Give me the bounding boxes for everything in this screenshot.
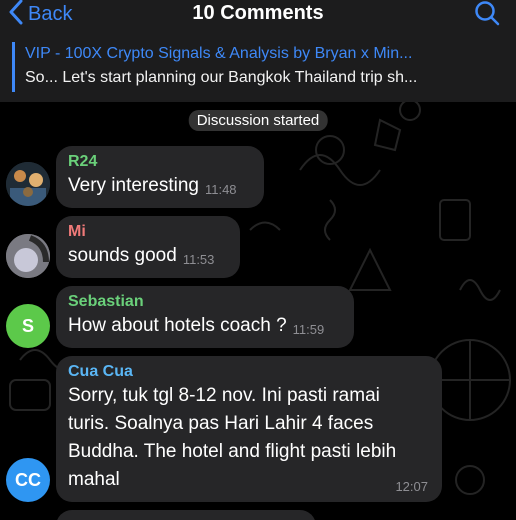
nav-bar: Back 10 Comments: [0, 0, 516, 34]
message-bubble[interactable]: Sebastian How about hotels coach ? 11:59: [56, 286, 354, 348]
sender-name[interactable]: Mi: [68, 222, 228, 242]
message-time: 11:59: [292, 322, 325, 337]
message-text: Very interesting 11:48: [68, 172, 252, 204]
message-bubble[interactable]: R24 Very interesting 11:48: [56, 146, 264, 208]
message-time: 11:48: [204, 182, 237, 197]
message-time: 11:53: [182, 252, 215, 267]
sender-name[interactable]: R24: [68, 152, 252, 172]
message-cuacua: CC Cua Cua Sorry, tuk tgl 8-12 nov. Ini …: [0, 356, 516, 502]
original-post-title: VIP - 100X Crypto Signals & Analysis by …: [25, 45, 413, 62]
search-button[interactable]: [474, 0, 500, 31]
avatar-initials: CC: [15, 469, 41, 490]
message-sebastian: S Sebastian How about hotels coach ? 11:5…: [0, 286, 516, 348]
sender-name[interactable]: Cua Cua: [68, 362, 430, 382]
chat-header: Back 10 Comments VIP - 100X Crypto Signa…: [0, 0, 516, 102]
sender-name[interactable]: Sebastian: [68, 292, 342, 312]
message-text: How about hotels coach ? 11:59: [68, 312, 342, 344]
search-icon: [474, 1, 500, 30]
avatar-initials: S: [21, 315, 34, 336]
avatar[interactable]: S: [6, 304, 50, 348]
avatar[interactable]: [6, 162, 50, 206]
message-bubble[interactable]: [56, 510, 316, 520]
page-title: 10 Comments: [192, 2, 324, 24]
original-post-text: So... Let's start planning our Bangkok T…: [25, 69, 418, 86]
avatar[interactable]: CC: [6, 458, 50, 502]
original-post-preview[interactable]: VIP - 100X Crypto Signals & Analysis by …: [12, 42, 504, 92]
message-body: sounds good: [68, 245, 177, 266]
message-text: sounds good 11:53: [68, 242, 228, 274]
avatar[interactable]: [6, 234, 50, 278]
message-line: Sorry, tuk tgl 8-12 nov. Ini pasti ramai: [68, 385, 380, 406]
message-time: 12:07: [395, 479, 428, 494]
message-bubble[interactable]: Cua Cua Sorry, tuk tgl 8-12 nov. Ini pas…: [56, 356, 442, 502]
message-bubble[interactable]: Mi sounds good 11:53: [56, 216, 240, 278]
message-line: Buddha. The hotel and flight pasti lebih: [68, 441, 397, 462]
message-mi: Mi sounds good 11:53: [0, 216, 516, 278]
message-body: Very interesting: [68, 175, 199, 196]
message-partial: [56, 510, 316, 520]
service-message: Discussion started: [188, 110, 328, 131]
message-r24: R24 Very interesting 11:48: [0, 146, 516, 208]
message-line: turis. Soalnya pas Hari Lahir 4 faces: [68, 413, 374, 434]
message-body: How about hotels coach ?: [68, 315, 287, 336]
message-line: mahal: [68, 469, 120, 490]
